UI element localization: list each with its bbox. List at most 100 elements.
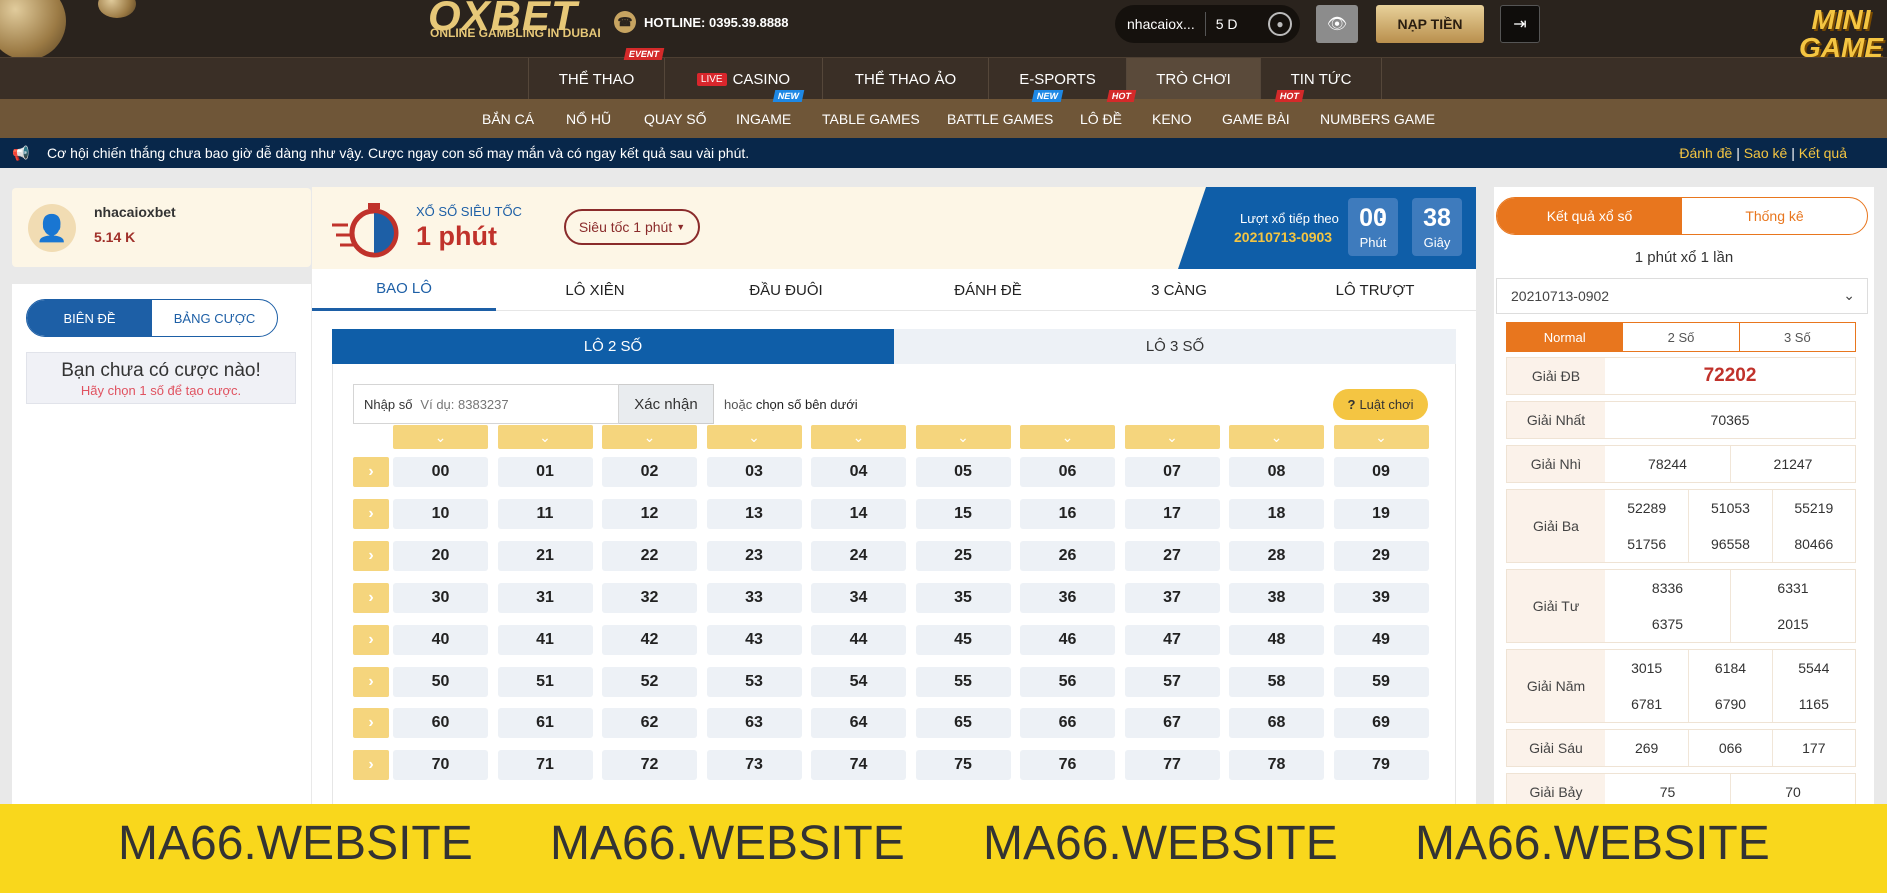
number-cell[interactable]: 03 [706, 457, 802, 487]
number-cell[interactable]: 55 [915, 666, 1011, 697]
number-cell[interactable]: 77 [1124, 750, 1220, 781]
number-cell[interactable]: 34 [811, 582, 906, 613]
number-cell[interactable]: 13 [706, 498, 802, 529]
tab-bang-cuoc[interactable]: BẢNG CƯỢC [152, 300, 277, 336]
tab-3-cang[interactable]: 3 CÀNG [1087, 269, 1271, 311]
rules-button[interactable]: ? Luật chơi [1333, 389, 1428, 420]
column-select-button[interactable]: ⌄ [706, 425, 802, 449]
number-cell[interactable]: 35 [915, 582, 1011, 613]
number-cell[interactable]: 38 [1229, 582, 1324, 613]
number-cell[interactable]: 43 [706, 624, 802, 655]
number-cell[interactable]: 09 [1333, 457, 1429, 487]
number-cell[interactable]: 12 [602, 498, 697, 529]
column-select-button[interactable]: ⌄ [1124, 425, 1220, 449]
number-cell[interactable]: 61 [497, 708, 593, 739]
number-cell[interactable]: 67 [1124, 708, 1220, 739]
number-cell[interactable]: 17 [1124, 498, 1220, 529]
number-cell[interactable]: 75 [915, 750, 1011, 781]
number-cell[interactable]: 78 [1229, 750, 1324, 781]
tab-lo-3-so[interactable]: LÔ 3 SỐ [894, 329, 1456, 364]
number-cell[interactable]: 20 [393, 540, 488, 571]
number-cell[interactable]: 62 [602, 708, 697, 739]
draw-select[interactable]: 20210713-0902 ⌄ [1496, 278, 1868, 314]
tab-danh-de[interactable]: ĐÁNH ĐỀ [896, 269, 1080, 311]
number-cell[interactable]: 30 [393, 582, 488, 613]
row-select-button[interactable]: › [353, 540, 389, 571]
number-cell[interactable]: 33 [706, 582, 802, 613]
row-select-button[interactable]: › [353, 457, 389, 487]
nav-the-thao[interactable]: THỂ THAO EVENT [528, 48, 665, 100]
column-select-button[interactable]: ⌄ [915, 425, 1011, 449]
number-cell[interactable]: 54 [811, 666, 906, 697]
number-cell[interactable]: 72 [602, 750, 697, 781]
number-cell[interactable]: 32 [602, 582, 697, 613]
number-cell[interactable]: 22 [602, 540, 697, 571]
number-cell[interactable]: 66 [1020, 708, 1115, 739]
number-cell[interactable]: 27 [1124, 540, 1220, 571]
row-select-button[interactable]: › [353, 582, 389, 613]
number-cell[interactable]: 52 [602, 666, 697, 697]
number-cell[interactable]: 48 [1229, 624, 1324, 655]
subnav-keno[interactable]: KENO [1152, 99, 1192, 138]
tab-lo-truot[interactable]: LÔ TRƯỢT [1283, 269, 1467, 311]
number-cell[interactable]: 23 [706, 540, 802, 571]
number-cell[interactable]: 40 [393, 624, 488, 655]
number-cell[interactable]: 16 [1020, 498, 1115, 529]
confirm-button[interactable]: Xác nhận [619, 384, 714, 424]
mode-normal[interactable]: Normal [1507, 323, 1623, 351]
tab-dau-duoi[interactable]: ĐẦU ĐUÔI [694, 269, 878, 311]
link-sao-ke[interactable]: Sao kê [1744, 145, 1788, 161]
link-ket-qua[interactable]: Kết quả [1799, 145, 1847, 161]
eye-toggle-button[interactable]: 👁 [1316, 5, 1358, 43]
number-cell[interactable]: 74 [811, 750, 906, 781]
number-cell[interactable]: 37 [1124, 582, 1220, 613]
number-cell[interactable]: 25 [915, 540, 1011, 571]
logout-button[interactable]: ⇥ [1500, 5, 1540, 43]
number-cell[interactable]: 57 [1124, 666, 1220, 697]
number-cell[interactable]: 10 [393, 498, 488, 529]
number-cell[interactable]: 63 [706, 708, 802, 739]
row-select-button[interactable]: › [353, 666, 389, 697]
row-select-button[interactable]: › [353, 708, 389, 739]
column-select-button[interactable]: ⌄ [1333, 425, 1429, 449]
number-cell[interactable]: 08 [1229, 457, 1324, 487]
mini-game-logo[interactable]: MINI GAME [1795, 6, 1887, 62]
number-cell[interactable]: 04 [811, 457, 906, 487]
number-cell[interactable]: 70 [393, 750, 488, 781]
number-cell[interactable]: 58 [1229, 666, 1324, 697]
column-select-button[interactable]: ⌄ [1020, 425, 1115, 449]
number-input[interactable] [420, 396, 611, 412]
number-cell[interactable]: 36 [1020, 582, 1115, 613]
tab-bao-lo[interactable]: BAO LÔ [312, 269, 496, 311]
number-cell[interactable]: 53 [706, 666, 802, 697]
number-cell[interactable]: 73 [706, 750, 802, 781]
number-cell[interactable]: 68 [1229, 708, 1324, 739]
number-cell[interactable]: 45 [915, 624, 1011, 655]
number-cell[interactable]: 19 [1333, 498, 1429, 529]
tab-bien-de[interactable]: BIÊN ĐỀ [27, 300, 152, 336]
number-cell[interactable]: 51 [497, 666, 593, 697]
number-cell[interactable]: 18 [1229, 498, 1324, 529]
tab-ket-qua-xo-so[interactable]: Kết quả xổ số [1497, 198, 1682, 234]
number-cell[interactable]: 47 [1124, 624, 1220, 655]
number-cell[interactable]: 42 [602, 624, 697, 655]
number-cell[interactable]: 11 [497, 498, 593, 529]
subnav-battle-games[interactable]: BATTLE GAMES NEW [947, 90, 1064, 138]
number-cell[interactable]: 59 [1333, 666, 1429, 697]
column-select-button[interactable]: ⌄ [811, 425, 906, 449]
column-select-button[interactable]: ⌄ [497, 425, 593, 449]
number-cell[interactable]: 69 [1333, 708, 1429, 739]
mode-3-so[interactable]: 3 Số [1738, 323, 1855, 351]
subnav-table-games[interactable]: TABLE GAMES [822, 99, 920, 138]
user-icon[interactable]: ● [1268, 12, 1292, 36]
number-cell[interactable]: 01 [497, 457, 593, 487]
number-cell[interactable]: 50 [393, 666, 488, 697]
subnav-no-hu[interactable]: NỔ HŨ [566, 99, 611, 138]
number-cell[interactable]: 02 [602, 457, 697, 487]
number-cell[interactable]: 46 [1020, 624, 1115, 655]
number-cell[interactable]: 29 [1333, 540, 1429, 571]
number-cell[interactable]: 24 [811, 540, 906, 571]
column-select-button[interactable]: ⌄ [602, 425, 697, 449]
column-select-button[interactable]: ⌄ [393, 425, 488, 449]
number-cell[interactable]: 65 [915, 708, 1011, 739]
